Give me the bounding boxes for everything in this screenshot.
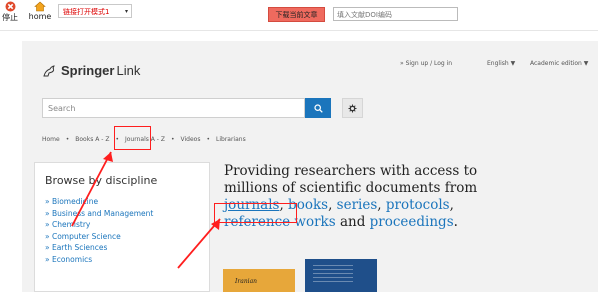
discipline-item[interactable]: » Computer Science <box>45 231 153 243</box>
discipline-item[interactable]: » Biomedicine <box>45 196 153 208</box>
download-article-button[interactable]: 下载当前文章 <box>268 7 325 22</box>
hero-and: and <box>339 214 366 230</box>
edition-select[interactable]: Academic edition ▼ <box>530 60 588 67</box>
stop-label: 停止 <box>2 13 18 22</box>
protocols-link[interactable]: protocols <box>386 197 450 213</box>
book-cover-title: Iranian <box>235 278 258 285</box>
discipline-item[interactable]: » Chemistry <box>45 219 153 231</box>
settings-button[interactable] <box>342 98 363 118</box>
discipline-item[interactable]: » Earth Sciences <box>45 242 153 254</box>
discipline-list: » Biomedicine » Business and Management … <box>45 196 153 265</box>
springer-page: Springer Link » Sign up / Log in English… <box>22 41 598 292</box>
search-input[interactable]: Search <box>42 98 305 118</box>
nav-videos[interactable]: Videos <box>181 136 201 143</box>
search-button[interactable] <box>305 98 331 118</box>
discipline-item[interactable]: » Economics <box>45 254 153 266</box>
browse-title: Browse by discipline <box>45 174 158 187</box>
signup-link[interactable]: » Sign up / Log in <box>400 60 452 67</box>
chevron-down-icon: ▾ <box>124 8 128 15</box>
browser-toolbar: 停止 home 链接打开模式1 ▾ 下载当前文章 填入文献DOI编码 <box>0 0 598 31</box>
proceedings-link[interactable]: proceedings <box>370 214 454 230</box>
home-icon <box>34 1 46 12</box>
book-cover-decoration <box>313 265 353 285</box>
logo-prefix: Springer <box>61 63 115 78</box>
home-button[interactable]: home <box>28 1 52 21</box>
logo-suffix: Link <box>116 63 141 78</box>
annotation-box-journals-link <box>214 203 297 223</box>
language-select[interactable]: English ▼ <box>487 60 515 67</box>
nav-separator: • <box>170 136 175 143</box>
browse-panel: Browse by discipline » Biomedicine » Bus… <box>34 162 210 292</box>
nav-librarians[interactable]: Librarians <box>216 136 246 143</box>
nav-separator: • <box>65 136 70 143</box>
gear-icon <box>348 104 357 112</box>
book-cover[interactable] <box>305 259 377 292</box>
annotation-box-journals-nav <box>114 126 151 150</box>
nav-books[interactable]: Books A - Z <box>75 136 109 143</box>
link-mode-value: 链接打开模式1 <box>63 8 110 16</box>
series-link[interactable]: series <box>337 197 378 213</box>
springer-horse-icon <box>43 64 55 76</box>
hero-line-2: millions of scientific documents from <box>224 180 478 196</box>
stop-icon <box>5 1 15 12</box>
stop-button[interactable]: 停止 <box>0 1 20 23</box>
springer-logo[interactable]: Springer Link <box>42 63 140 78</box>
book-cover[interactable]: Iranian <box>223 269 295 292</box>
nav-separator: • <box>206 136 210 143</box>
link-mode-select[interactable]: 链接打开模式1 ▾ <box>58 4 132 18</box>
nav-home[interactable]: Home <box>42 136 60 143</box>
discipline-item[interactable]: » Business and Management <box>45 208 153 220</box>
search-icon <box>313 103 323 113</box>
doi-input[interactable]: 填入文献DOI编码 <box>333 7 458 21</box>
hero-line-1: Providing researchers with access to <box>224 163 478 179</box>
home-label: home <box>28 12 52 21</box>
